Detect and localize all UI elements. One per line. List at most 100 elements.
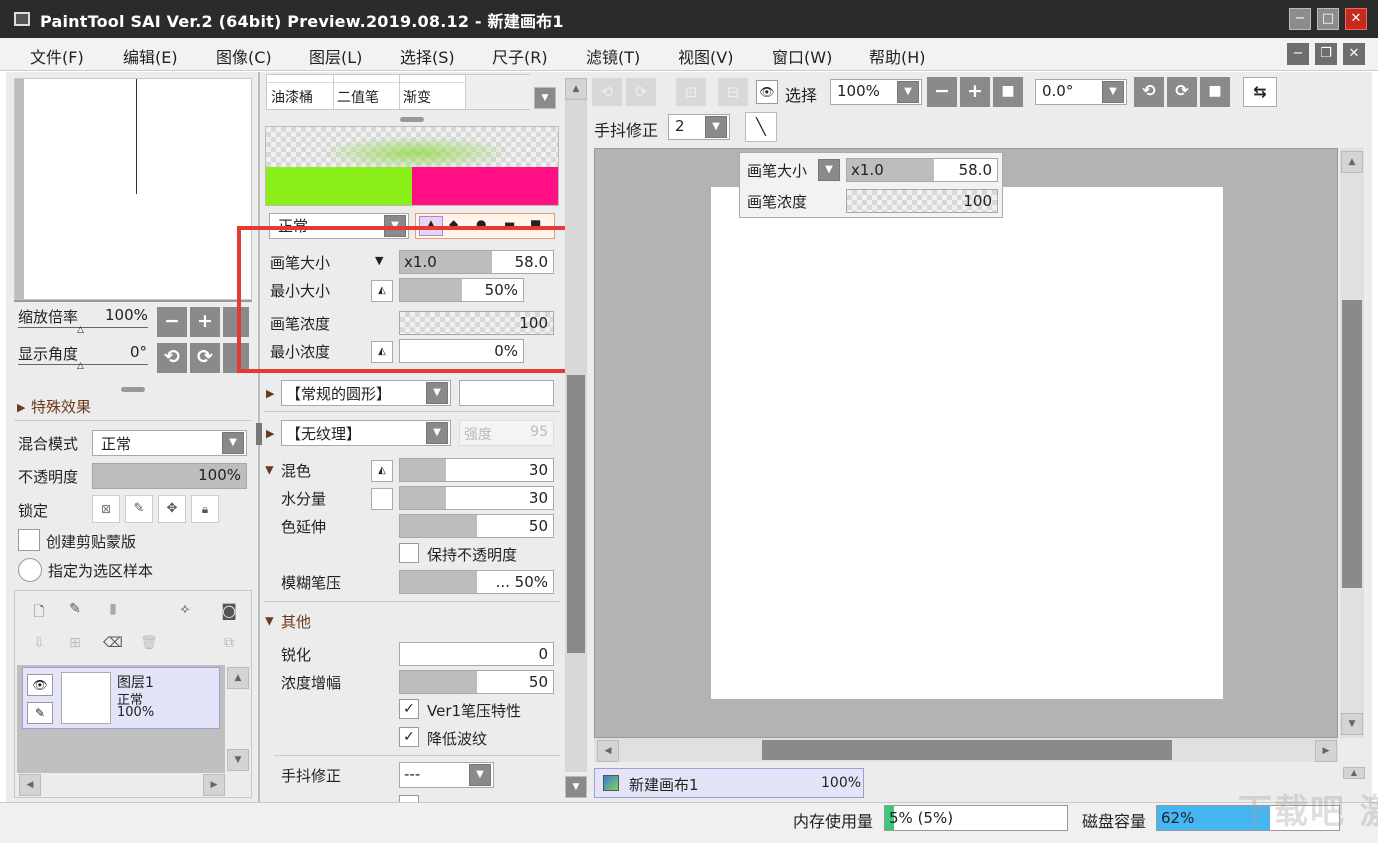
layer-scroll-up[interactable]: ▲: [227, 667, 249, 689]
lock-all-icon[interactable]: 🔒︎: [191, 495, 219, 523]
pressure-icon[interactable]: ◭: [371, 460, 393, 482]
canvas-zoom-in-button[interactable]: +: [960, 77, 990, 107]
overlay-size-slider[interactable]: x1.0 58.0: [846, 158, 998, 182]
sharpness-slider[interactable]: 0: [399, 642, 554, 666]
blending-slider[interactable]: 30: [399, 458, 554, 482]
new-pen-layer-icon[interactable]: ✎: [65, 601, 85, 621]
reduce-ripple-checkbox[interactable]: ✓: [399, 727, 419, 747]
shape-strength-field[interactable]: [459, 380, 554, 406]
texture-expand-icon[interactable]: ▶: [266, 427, 274, 440]
zoom-value[interactable]: 100%: [105, 306, 148, 324]
doc-minimize-button[interactable]: −: [1287, 43, 1309, 65]
clear-layer-icon[interactable]: ⌫: [103, 635, 123, 655]
angle-slider-handle[interactable]: △: [77, 361, 84, 371]
doc-close-button[interactable]: ✕: [1343, 43, 1365, 65]
canvas-zoom-select[interactable]: 100% ▼: [830, 79, 922, 105]
canvas-stabilizer-select[interactable]: 2 ▼: [668, 114, 730, 140]
canvas-vscroll-thumb[interactable]: [1342, 300, 1362, 588]
lock-paint-icon[interactable]: ✎: [125, 495, 153, 523]
angle-value[interactable]: 0°: [130, 343, 147, 361]
menu-edit[interactable]: 编辑(E): [123, 44, 178, 68]
keep-opacity-checkbox[interactable]: [399, 543, 419, 563]
chevron-down-icon[interactable]: ▼: [426, 382, 448, 404]
selection-source-radio[interactable]: [18, 558, 42, 582]
layer-mask-icon[interactable]: ◙: [219, 601, 239, 621]
tool-binary-pen[interactable]: 二值笔: [337, 87, 379, 107]
overlay-density-slider[interactable]: 100: [846, 189, 998, 213]
canvas-rotate-right-button[interactable]: ⟳: [1167, 77, 1197, 107]
chevron-down-icon[interactable]: ▼: [705, 116, 727, 138]
tool-gradient[interactable]: 渐变: [403, 87, 431, 107]
blending-collapse-icon[interactable]: ▶: [264, 466, 277, 474]
opacity-slider[interactable]: 100%: [92, 463, 247, 489]
close-button[interactable]: ✕: [1345, 8, 1367, 30]
lock-transparency-icon[interactable]: ⊠: [92, 495, 120, 523]
canvas-hscrollbar[interactable]: [594, 738, 1338, 762]
ver1-checkbox[interactable]: ✓: [399, 699, 419, 719]
canvas-scroll-up[interactable]: ▲: [1341, 151, 1363, 173]
chevron-down-icon[interactable]: ▼: [426, 422, 448, 444]
menu-view[interactable]: 视图(V): [678, 44, 733, 68]
tool-panel-scroll-up[interactable]: ▲: [565, 78, 587, 100]
partial-checkbox[interactable]: [399, 795, 419, 802]
new-folder-icon[interactable]: ▮: [103, 601, 123, 621]
menu-select[interactable]: 选择(S): [400, 44, 455, 68]
brush-stabilizer-select[interactable]: --- ▼: [399, 762, 494, 788]
chevron-down-icon[interactable]: ▼: [1102, 81, 1124, 103]
canvas-zoom-out-button[interactable]: −: [927, 77, 957, 107]
canvas-vscrollbar[interactable]: [1340, 148, 1364, 738]
zoom-out-button[interactable]: −: [157, 307, 187, 337]
menu-ruler[interactable]: 尺子(R): [492, 44, 548, 68]
menu-filter[interactable]: 滤镜(T): [586, 44, 640, 68]
zoom-slider-handle[interactable]: △: [77, 325, 84, 335]
other-collapse-icon[interactable]: ▶: [264, 617, 277, 625]
left-splitter[interactable]: [256, 423, 262, 445]
menu-image[interactable]: 图像(C): [216, 44, 272, 68]
deselect-button[interactable]: ⊡: [676, 78, 706, 106]
layer-row[interactable]: 👁︎ ✎ 图层1 正常 100%: [22, 667, 220, 729]
tool-panel-scrollbar[interactable]: [565, 100, 587, 772]
chevron-down-icon[interactable]: ▼: [897, 81, 919, 103]
water-pressure-toggle[interactable]: [371, 488, 393, 510]
rotate-right-button[interactable]: ⟳: [190, 343, 220, 373]
texture-select[interactable]: 【无纹理】 ▼: [281, 420, 451, 446]
layer-scroll-down[interactable]: ▼: [227, 749, 249, 771]
layer-scroll-left[interactable]: ◀: [19, 774, 41, 796]
brush-shape-select[interactable]: 【常规的圆形】 ▼: [281, 380, 451, 406]
zoom-in-button[interactable]: +: [190, 307, 220, 337]
canvas-paper[interactable]: [711, 187, 1223, 699]
pencil-icon[interactable]: ✎: [27, 702, 53, 724]
menu-layer[interactable]: 图层(L): [309, 44, 362, 68]
canvas-scroll-down[interactable]: ▼: [1341, 713, 1363, 735]
water-slider[interactable]: 30: [399, 486, 554, 510]
menu-window[interactable]: 窗口(W): [772, 44, 832, 68]
canvas-angle-select[interactable]: 0.0° ▼: [1035, 79, 1127, 105]
canvas-hscroll-thumb[interactable]: [762, 740, 1172, 760]
splitter-grip[interactable]: [121, 387, 145, 392]
lock-move-icon[interactable]: ✥: [158, 495, 186, 523]
new-mask-icon[interactable]: ⟡: [175, 601, 195, 621]
clip-mask-checkbox[interactable]: [18, 529, 40, 551]
tool-splitter-grip[interactable]: [400, 117, 424, 122]
document-tab[interactable]: 新建画布1 100%: [594, 768, 864, 798]
minimize-button[interactable]: −: [1289, 8, 1311, 30]
rotate-left-button[interactable]: ⟲: [157, 343, 187, 373]
new-layer-icon[interactable]: 🗋︎: [29, 601, 49, 621]
other-label[interactable]: 其他: [281, 611, 311, 632]
canvas-scroll-left[interactable]: ◀: [597, 740, 619, 762]
redo-button[interactable]: ⟳: [626, 78, 656, 106]
delete-layer-icon[interactable]: 🗑︎: [139, 635, 159, 655]
doc-list-scroll-up[interactable]: ▲: [1343, 767, 1365, 779]
chevron-down-icon[interactable]: ▼: [469, 764, 491, 786]
menu-help[interactable]: 帮助(H): [869, 44, 926, 68]
merge-down-icon[interactable]: ⊞: [65, 635, 85, 655]
persistence-slider[interactable]: 50: [399, 514, 554, 538]
blend-mode-select[interactable]: 正常 ▼: [92, 430, 247, 456]
canvas-zoom-reset-button[interactable]: ■: [993, 77, 1023, 107]
tool-bucket[interactable]: 油漆桶: [271, 87, 313, 107]
chevron-down-icon[interactable]: ▼: [222, 432, 244, 454]
tool-scroll-down[interactable]: ▼: [534, 87, 556, 109]
undo-button[interactable]: ⟲: [592, 78, 622, 106]
eye-icon[interactable]: 👁︎: [27, 674, 53, 696]
menu-file[interactable]: 文件(F): [30, 44, 84, 68]
